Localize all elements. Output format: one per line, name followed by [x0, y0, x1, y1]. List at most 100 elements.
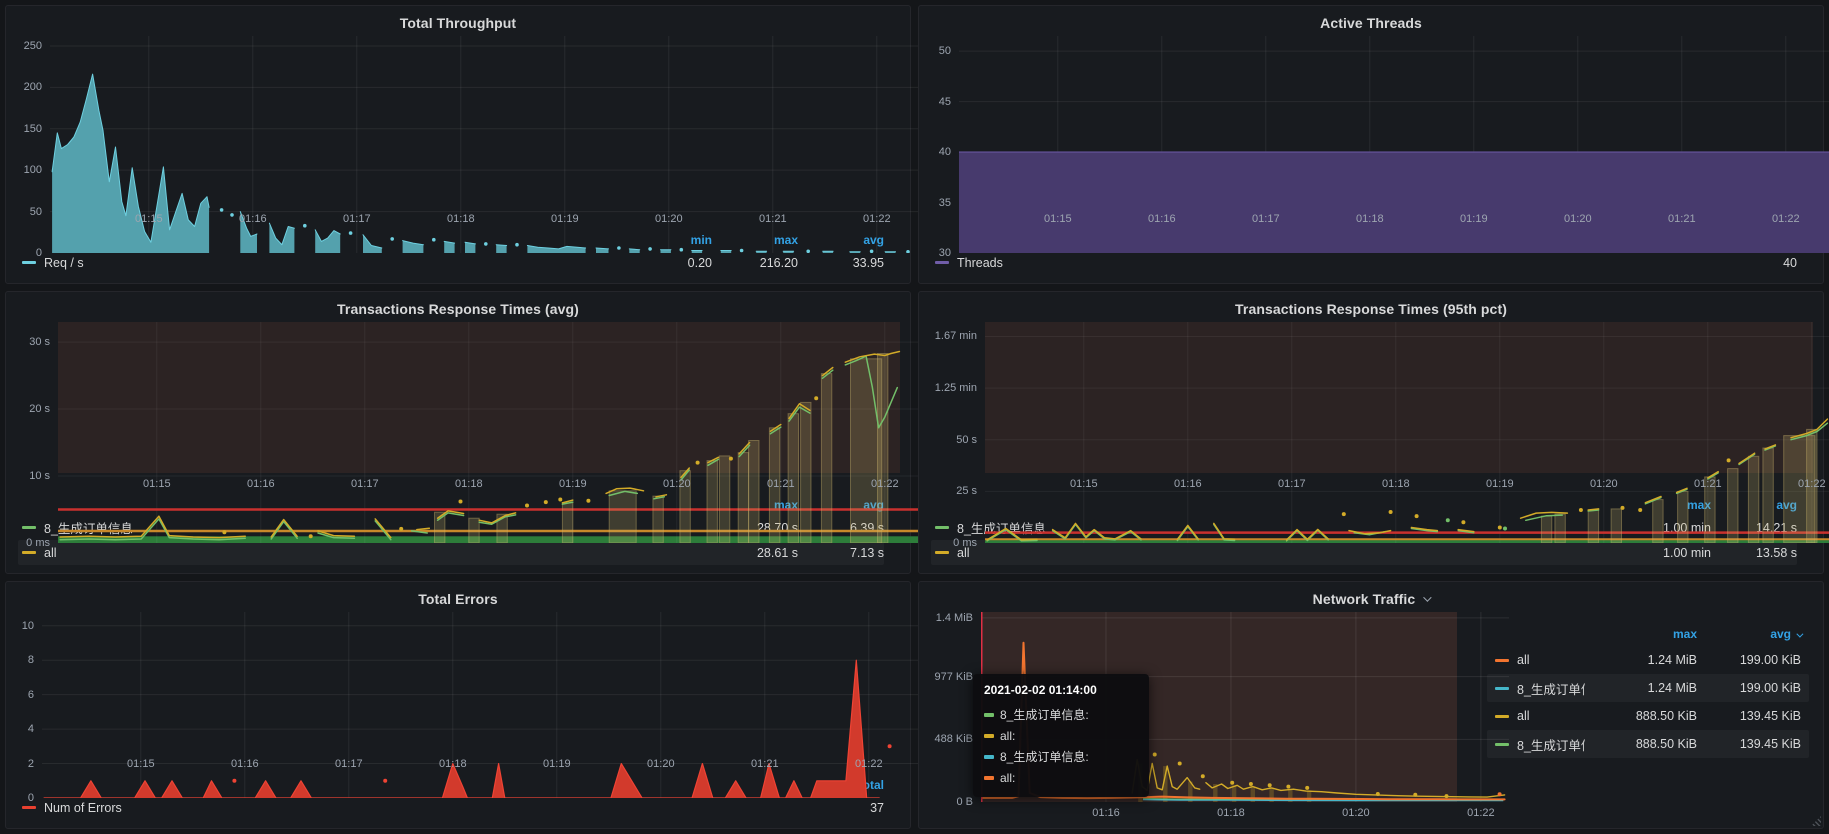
x-tick-label: 01:16 — [1092, 807, 1120, 819]
series-color-dash-icon — [984, 776, 994, 780]
legend-value: 888.50 KiB — [1585, 709, 1697, 723]
x-tick-label: 01:21 — [751, 758, 779, 770]
x-tick-label: 01:19 — [559, 478, 587, 490]
x-tick-label: 01:20 — [1342, 807, 1370, 819]
panel-header[interactable]: Network Traffic — [929, 588, 1813, 610]
chart-area: 0 B488 KiB977 KiB1.4 MiB 01:1601:1801:20… — [929, 612, 1457, 822]
panel-network-traffic: Network Traffic 0 B488 KiB977 KiB1.4 MiB… — [918, 581, 1824, 829]
plot-active-threads[interactable] — [959, 36, 1813, 208]
chevron-down-icon[interactable] — [1423, 593, 1431, 601]
x-tick-label: 01:20 — [1564, 213, 1592, 225]
y-tick-label: 6 — [28, 689, 34, 701]
y-tick-label: 0 — [36, 247, 42, 259]
legend-header-row: maxavg — [1487, 622, 1809, 646]
panel-header[interactable]: Total Throughput — [16, 12, 900, 34]
y-tick-label: 50 s — [956, 434, 977, 446]
x-axis: 01:1501:1601:1701:1801:1901:2001:2101:22 — [959, 208, 1813, 228]
panel-header[interactable]: Transactions Response Times (avg) — [16, 298, 900, 320]
y-tick-label: 30 s — [29, 336, 50, 348]
legend-row: Req / s0.20216.2033.95 — [18, 250, 884, 275]
plot-total-errors[interactable] — [42, 612, 900, 753]
legend-value: 888.50 KiB — [1585, 737, 1697, 751]
legend-row: all1.00 min13.58 s — [931, 540, 1797, 565]
plot-total-throughput[interactable] — [50, 36, 900, 208]
panel-transactions-response-times-95pct: Transactions Response Times (95th pct) 0… — [918, 291, 1824, 574]
y-tick-label: 2 — [28, 758, 34, 770]
chart-canvas-transactions-response-times-95pct — [985, 322, 1829, 543]
series-color-dash-icon — [984, 734, 994, 738]
y-tick-label: 0 ms — [953, 537, 977, 549]
legend-series-name[interactable]: Req / s — [22, 256, 626, 270]
series-8_生成订单信息-markers — [1446, 518, 1507, 530]
x-tick-label: 01:20 — [663, 478, 691, 490]
y-tick-label: 0 B — [956, 796, 973, 808]
network-chart-block: 0 B488 KiB977 KiB1.4 MiB 01:1601:1801:20… — [929, 610, 1457, 822]
x-tick-label: 01:21 — [759, 213, 787, 225]
legend-sort-max[interactable]: max — [1585, 627, 1697, 641]
legend-series-name[interactable]: Threads — [935, 256, 1711, 270]
x-tick-label: 01:18 — [1382, 478, 1410, 490]
x-tick-label: 01:18 — [455, 478, 483, 490]
x-tick-label: 01:17 — [343, 213, 371, 225]
legend-value: 37 — [798, 801, 884, 815]
panel-header[interactable]: Transactions Response Times (95th pct) — [929, 298, 1813, 320]
panel-title: Active Threads — [1320, 15, 1422, 31]
legend-value: 33.95 — [798, 256, 884, 270]
y-tick-label: 1.4 MiB — [936, 612, 973, 624]
tooltip-timestamp: 2021-02-02 01:14:00 — [984, 683, 1138, 697]
x-tick-label: 01:16 — [1148, 213, 1176, 225]
panel-title: Network Traffic — [1313, 591, 1416, 607]
dashboard: Total Throughput 050100150200250 01:1501… — [0, 0, 1829, 834]
legend: maxavgall1.24 MiB199.00 KiB8_生成订单信息1.24 … — [1461, 610, 1813, 822]
x-axis: 01:1601:1801:2001:22 — [981, 802, 1457, 822]
panel-total-errors: Total Errors 0246810 01:1501:1601:1701:1… — [5, 581, 911, 829]
x-axis: 01:1501:1601:1701:1801:1901:2001:2101:22 — [985, 473, 1813, 493]
x-tick-label: 01:19 — [551, 213, 579, 225]
x-tick-label: 01:17 — [1252, 213, 1280, 225]
legend-value: 28.61 s — [712, 546, 798, 560]
x-tick-label: 01:20 — [655, 213, 683, 225]
y-tick-label: 20 s — [29, 403, 50, 415]
x-axis: 01:1501:1601:1701:1801:1901:2001:2101:22 — [42, 753, 900, 773]
network-body: 0 B488 KiB977 KiB1.4 MiB 01:1601:1801:20… — [929, 610, 1813, 822]
plot-transactions-response-times-95pct[interactable] — [985, 322, 1813, 473]
plot-transactions-response-times-avg[interactable] — [58, 322, 900, 473]
panel-header[interactable]: Total Errors — [16, 588, 900, 610]
x-tick-label: 01:22 — [1772, 213, 1800, 225]
y-tick-label: 977 KiB — [934, 671, 973, 683]
x-tick-label: 01:20 — [647, 758, 675, 770]
series-color-dash-icon — [984, 755, 994, 759]
legend-series-name[interactable]: Num of Errors — [22, 801, 798, 815]
series-color-dash-icon — [22, 526, 36, 529]
panel-header[interactable]: Active Threads — [929, 12, 1813, 34]
legend-series-name[interactable]: all — [935, 546, 1625, 560]
legend-value: 0.20 — [626, 256, 712, 270]
y-tick-label: 8 — [28, 654, 34, 666]
x-tick-label: 01:22 — [855, 758, 883, 770]
series-color-dash-icon — [935, 261, 949, 264]
y-axis: 0 ms25 s50 s1.25 min1.67 min — [929, 322, 985, 473]
y-tick-label: 150 — [24, 123, 42, 135]
y-tick-label: 25 s — [956, 485, 977, 497]
series-color-dash-icon — [935, 551, 949, 554]
chart-area: 0 ms10 s20 s30 s 01:1501:1601:1701:1801:… — [16, 322, 900, 493]
series-response-bars — [435, 354, 888, 544]
x-tick-label: 01:21 — [767, 478, 795, 490]
x-tick-label: 01:17 — [335, 758, 363, 770]
panel-title: Total Errors — [418, 591, 498, 607]
chart-area: 3035404550 01:1501:1601:1701:1801:1901:2… — [929, 36, 1813, 228]
legend-value: 1.24 MiB — [1585, 681, 1697, 695]
y-tick-label: 35 — [939, 197, 951, 209]
legend-sort-avg[interactable]: avg — [1697, 627, 1801, 641]
legend-value: 13.58 s — [1711, 546, 1797, 560]
legend-value: 139.45 KiB — [1697, 737, 1801, 751]
x-tick-label: 01:16 — [239, 213, 267, 225]
y-tick-label: 4 — [28, 723, 34, 735]
x-tick-label: 01:18 — [447, 213, 475, 225]
legend-series-name[interactable]: all — [22, 546, 712, 560]
y-axis: 0246810 — [16, 612, 42, 753]
x-tick-label: 01:18 — [439, 758, 467, 770]
x-tick-label: 01:15 — [1070, 478, 1098, 490]
legend-row: Threads40 — [931, 250, 1797, 275]
y-tick-label: 50 — [939, 45, 951, 57]
